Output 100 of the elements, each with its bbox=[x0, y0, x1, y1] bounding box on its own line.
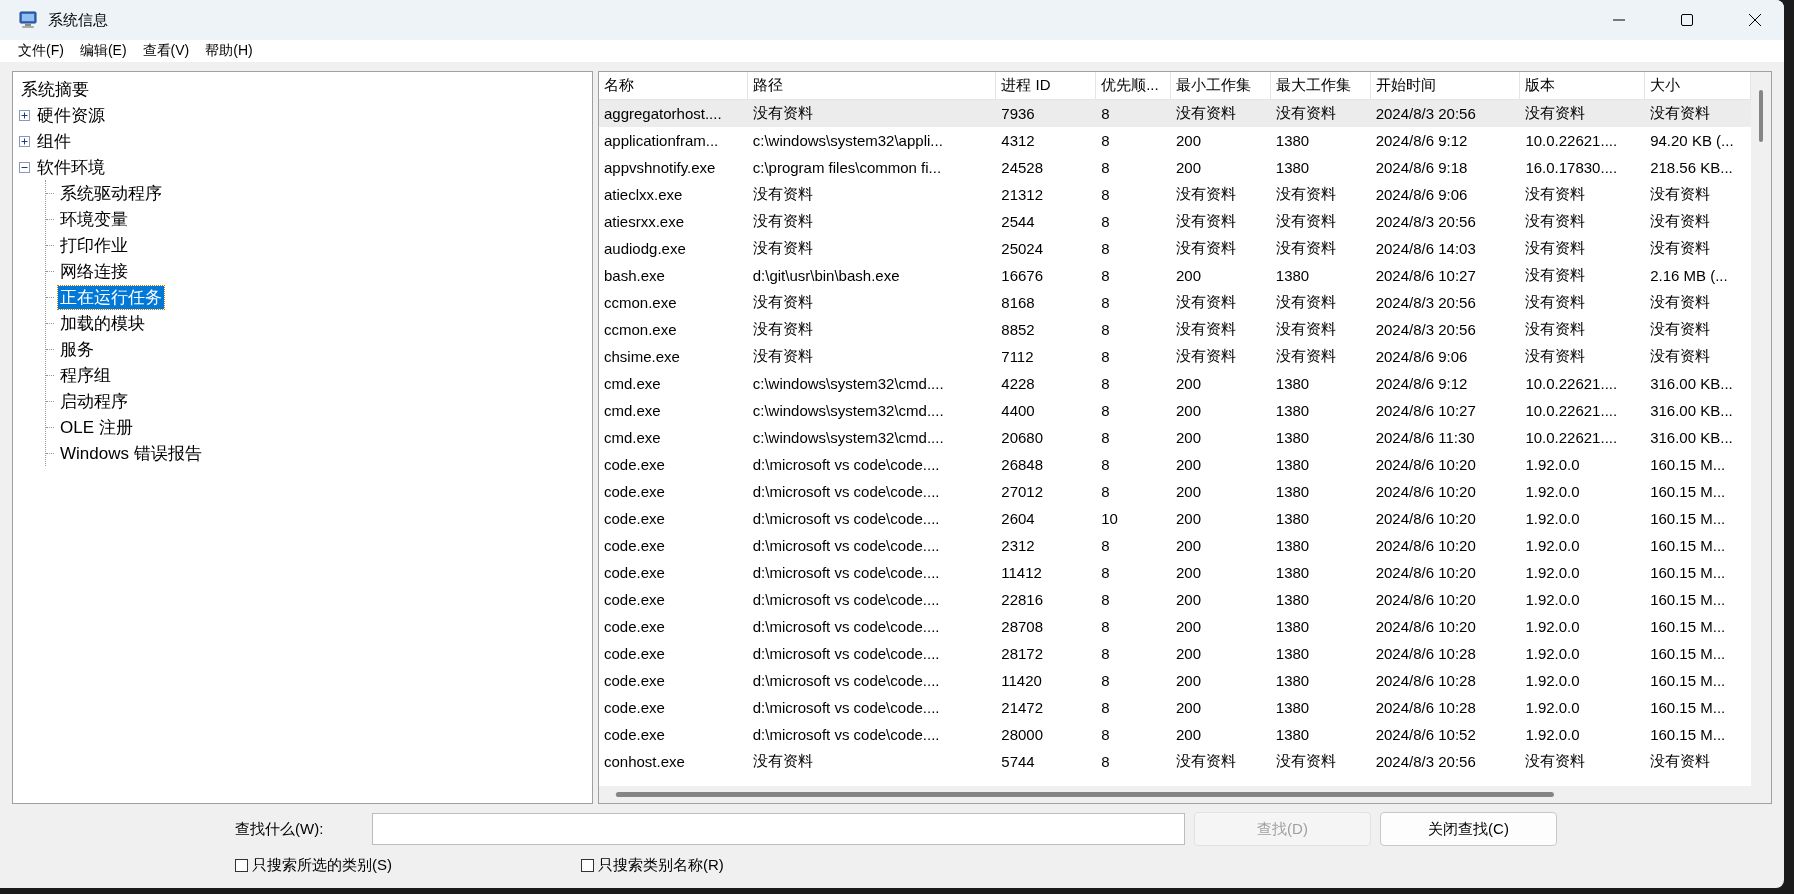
column-header[interactable]: 名称 bbox=[599, 72, 748, 99]
table-row[interactable]: code.exe d:\microsoft vs code\code.... 27012 8 200 1380 2024/8/6 10:20 1.92.0.0 160.15 M... bbox=[599, 478, 1751, 505]
vertical-scrollbar[interactable] bbox=[1751, 72, 1771, 803]
table-cell-text: 没有资料 bbox=[751, 320, 814, 339]
horizontal-scrollbar[interactable] bbox=[599, 786, 1751, 803]
table-row[interactable]: ccmon.exe 没有资料 8168 8 没有资料 没有资料 2024/8/3 20:56 没有资料 没有资料 bbox=[599, 289, 1751, 316]
table-cell-text: 1380 bbox=[1274, 456, 1311, 473]
table-cell-text: 2024/8/6 10:20 bbox=[1374, 510, 1477, 527]
expand-icon[interactable] bbox=[19, 135, 30, 147]
table-cell-text: ccmon.exe bbox=[603, 321, 678, 338]
tree-item[interactable]: 系统驱动程序 bbox=[58, 181, 164, 205]
table-row[interactable]: code.exe d:\microsoft vs code\code.... 28172 8 200 1380 2024/8/6 10:28 1.92.0.0 160.15 M... bbox=[599, 640, 1751, 667]
table-cell-text: 没有资料 bbox=[1274, 752, 1337, 771]
table-row[interactable]: appvshnotify.exe c:\program files\common fi... 24528 8 200 1380 2024/8/6 9:18 16.0.17830.... 218.56 KB... bbox=[599, 154, 1751, 181]
table-cell-text: 10.0.22621.... bbox=[1524, 132, 1619, 149]
table-cell-text: 没有资料 bbox=[1649, 104, 1712, 123]
table-cell-text: 2024/8/6 10:27 bbox=[1374, 402, 1477, 419]
table-cell-text: aggregatorhost.... bbox=[603, 105, 723, 122]
table-cell-text: 160.15 M... bbox=[1649, 591, 1727, 608]
table-row[interactable]: code.exe d:\microsoft vs code\code.... 11412 8 200 1380 2024/8/6 10:20 1.92.0.0 160.15 M... bbox=[599, 559, 1751, 586]
table-row[interactable]: cmd.exe c:\windows\system32\cmd.... 4228 8 200 1380 2024/8/6 9:12 10.0.22621.... 316.00 KB... bbox=[599, 370, 1751, 397]
column-header[interactable]: 路径 bbox=[747, 72, 997, 99]
tree-item[interactable]: 程序组 bbox=[58, 363, 113, 387]
table-row[interactable]: atiesrxx.exe 没有资料 2544 8 没有资料 没有资料 2024/8/3 20:56 没有资料 没有资料 bbox=[599, 208, 1751, 235]
table-cell-text: 没有资料 bbox=[1524, 293, 1587, 312]
find-input[interactable] bbox=[372, 813, 1185, 845]
table-cell-text: 16676 bbox=[1000, 267, 1044, 284]
tree-item[interactable]: 启动程序 bbox=[58, 389, 130, 413]
table-row[interactable]: code.exe d:\microsoft vs code\code.... 2604 10 200 1380 2024/8/6 10:20 1.92.0.0 160.15 M... bbox=[599, 505, 1751, 532]
column-header[interactable]: 版本 bbox=[1520, 72, 1646, 99]
table-row[interactable]: code.exe d:\microsoft vs code\code.... 21472 8 200 1380 2024/8/6 10:28 1.92.0.0 160.15 M... bbox=[599, 694, 1751, 721]
table-cell-text: 没有资料 bbox=[1274, 239, 1337, 258]
column-header[interactable]: 优先顺... bbox=[1096, 72, 1171, 99]
column-header[interactable]: 最大工作集 bbox=[1270, 72, 1371, 99]
table-cell-text: 8 bbox=[1100, 483, 1111, 500]
tree-item[interactable]: 组件 bbox=[35, 129, 73, 153]
maximize-icon[interactable] bbox=[1680, 13, 1694, 27]
table-cell-text: code.exe bbox=[603, 699, 666, 716]
column-header[interactable]: 大小 bbox=[1645, 72, 1751, 99]
table-cell-text: 2312 bbox=[1000, 537, 1036, 554]
tree-item[interactable]: 网络连接 bbox=[58, 259, 130, 283]
table-cell-text: 没有资料 bbox=[1524, 320, 1587, 339]
table-cell-text: 没有资料 bbox=[1649, 293, 1712, 312]
checkbox[interactable] bbox=[235, 859, 248, 872]
table-cell-text: 没有资料 bbox=[751, 293, 814, 312]
tree-item[interactable]: 打印作业 bbox=[58, 233, 130, 257]
table-row[interactable]: code.exe d:\microsoft vs code\code.... 2312 8 200 1380 2024/8/6 10:20 1.92.0.0 160.15 M... bbox=[599, 532, 1751, 559]
tree-item[interactable]: 加载的模块 bbox=[58, 311, 147, 335]
table-row[interactable]: code.exe d:\microsoft vs code\code.... 22816 8 200 1380 2024/8/6 10:20 1.92.0.0 160.15 M... bbox=[599, 586, 1751, 613]
table-row[interactable]: chsime.exe 没有资料 7112 8 没有资料 没有资料 2024/8/6 9:06 没有资料 没有资料 bbox=[599, 343, 1751, 370]
table-row[interactable]: conhost.exe 没有资料 5744 8 没有资料 没有资料 2024/8/3 20:56 没有资料 没有资料 bbox=[599, 748, 1751, 775]
table-row[interactable]: cmd.exe c:\windows\system32\cmd.... 4400 8 200 1380 2024/8/6 10:27 10.0.22621.... 316.00 KB... bbox=[599, 397, 1751, 424]
table-cell-text: 4228 bbox=[1000, 375, 1036, 392]
tree-item[interactable]: 系统摘要 bbox=[19, 77, 91, 101]
tree-item[interactable]: 硬件资源 bbox=[35, 103, 107, 127]
table-cell-text: d:\microsoft vs code\code.... bbox=[751, 726, 941, 743]
table-cell-text: 7112 bbox=[1000, 348, 1035, 365]
collapse-icon[interactable] bbox=[19, 161, 30, 173]
table-cell-text: 11420 bbox=[1000, 672, 1043, 689]
table-cell-text: 8 bbox=[1100, 618, 1111, 635]
checkbox[interactable] bbox=[581, 859, 594, 872]
table-row[interactable]: atieclxx.exe 没有资料 21312 8 没有资料 没有资料 2024/8/6 9:06 没有资料 没有资料 bbox=[599, 181, 1751, 208]
table-cell-text: 没有资料 bbox=[1274, 320, 1337, 339]
table-row[interactable]: applicationfram... c:\windows\system32\appli... 4312 8 200 1380 2024/8/6 9:12 10.0.22621.... 94.20 KB (... bbox=[599, 127, 1751, 154]
table-cell-text: d:\microsoft vs code\code.... bbox=[751, 456, 941, 473]
table-cell-text: 1380 bbox=[1274, 672, 1311, 689]
table-row[interactable]: cmd.exe c:\windows\system32\cmd.... 20680 8 200 1380 2024/8/6 11:30 10.0.22621.... 316.00 KB... bbox=[599, 424, 1751, 451]
table-cell-text: 11412 bbox=[1000, 564, 1043, 581]
table-cell-text: 2024/8/6 14:03 bbox=[1374, 240, 1477, 257]
column-header[interactable]: 最小工作集 bbox=[1171, 72, 1271, 99]
table-row[interactable]: ccmon.exe 没有资料 8852 8 没有资料 没有资料 2024/8/3 20:56 没有资料 没有资料 bbox=[599, 316, 1751, 343]
menu-item[interactable]: 查看(V) bbox=[136, 42, 196, 60]
tree-item[interactable]: 正在运行任务 bbox=[58, 285, 164, 309]
column-header[interactable]: 开始时间 bbox=[1370, 72, 1521, 99]
table-cell-text: d:\microsoft vs code\code.... bbox=[751, 645, 941, 662]
tree-item[interactable]: 服务 bbox=[58, 337, 96, 361]
menu-item[interactable]: 帮助(H) bbox=[199, 42, 259, 60]
checkbox-label[interactable]: 只搜索类别名称(R) bbox=[598, 856, 724, 875]
menu-item[interactable]: 文件(F) bbox=[12, 42, 70, 60]
table-cell-text: 1.92.0.0 bbox=[1524, 699, 1581, 716]
table-cell-text: code.exe bbox=[603, 564, 666, 581]
column-header[interactable]: 进程 ID bbox=[996, 72, 1097, 99]
expand-icon[interactable] bbox=[19, 109, 30, 121]
tree-item[interactable]: OLE 注册 bbox=[58, 415, 135, 439]
tree-item[interactable]: 软件环境 bbox=[35, 155, 107, 179]
table-row[interactable]: aggregatorhost.... 没有资料 7936 8 没有资料 没有资料 2024/8/3 20:56 没有资料 没有资料 bbox=[599, 100, 1751, 127]
table-row[interactable]: code.exe d:\microsoft vs code\code.... 11420 8 200 1380 2024/8/6 10:28 1.92.0.0 160.15 M... bbox=[599, 667, 1751, 694]
table-row[interactable]: code.exe d:\microsoft vs code\code.... 28708 8 200 1380 2024/8/6 10:20 1.92.0.0 160.15 M... bbox=[599, 613, 1751, 640]
tree-item[interactable]: 环境变量 bbox=[58, 207, 130, 231]
tree-item[interactable]: Windows 错误报告 bbox=[58, 441, 204, 465]
table-row[interactable]: audiodg.exe 没有资料 25024 8 没有资料 没有资料 2024/8/6 14:03 没有资料 没有资料 bbox=[599, 235, 1751, 262]
table-cell-text: 没有资料 bbox=[1175, 185, 1237, 204]
close-icon[interactable] bbox=[1748, 13, 1762, 27]
checkbox-label[interactable]: 只搜索所选的类别(S) bbox=[252, 856, 392, 875]
table-row[interactable]: code.exe d:\microsoft vs code\code.... 26848 8 200 1380 2024/8/6 10:20 1.92.0.0 160.15 M... bbox=[599, 451, 1751, 478]
menu-item[interactable]: 编辑(E) bbox=[73, 42, 133, 60]
table-row[interactable]: bash.exe d:\git\usr\bin\bash.exe 16676 8 200 1380 2024/8/6 10:27 没有资料 2.16 MB (... bbox=[599, 262, 1751, 289]
table-cell-text: c:\program files\common fi... bbox=[751, 159, 943, 176]
table-row[interactable]: code.exe d:\microsoft vs code\code.... 28000 8 200 1380 2024/8/6 10:52 1.92.0.0 160.15 M... bbox=[599, 721, 1751, 748]
close-find-button[interactable]: 关闭查找(C) bbox=[1380, 812, 1557, 846]
